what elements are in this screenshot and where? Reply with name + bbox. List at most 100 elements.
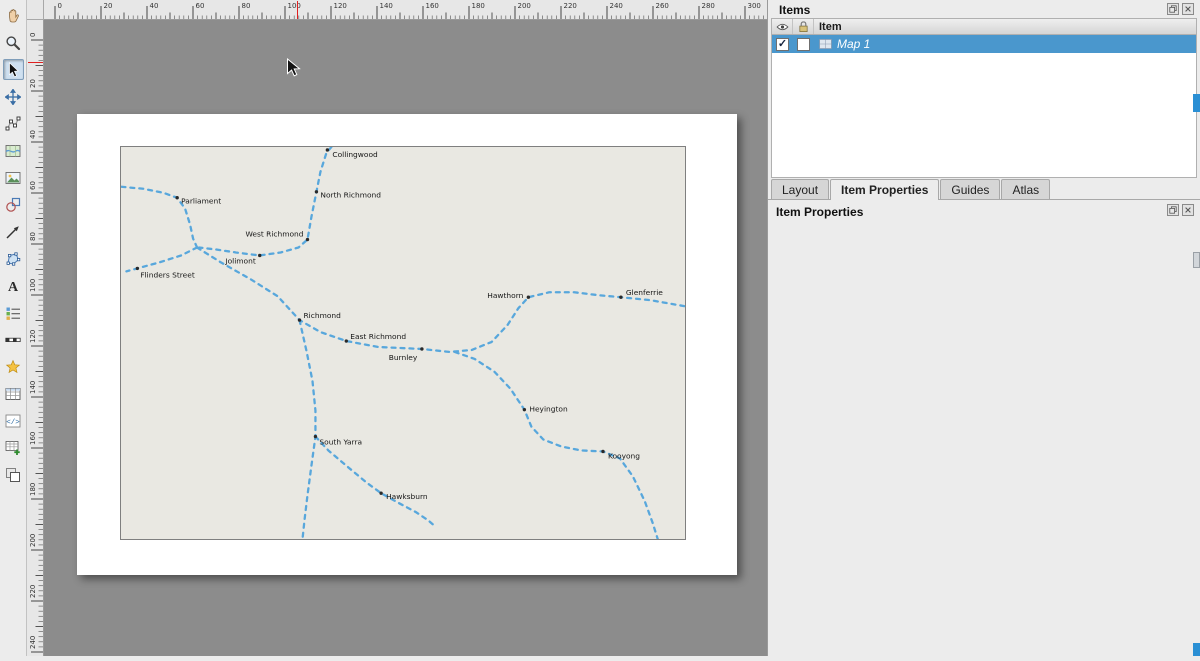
right-dock-panel: Items Item ✓ bbox=[767, 0, 1200, 656]
svg-text:180: 180 bbox=[29, 483, 37, 496]
add-html-frame-tool-icon: </> bbox=[5, 413, 21, 429]
station-label-hawksburn: Hawksburn bbox=[386, 492, 428, 501]
station-dot-heyington bbox=[523, 408, 526, 411]
station-dot-collingwood bbox=[326, 148, 329, 151]
rail-line-east-line bbox=[197, 247, 685, 351]
add-marker-tool-icon bbox=[5, 359, 21, 375]
svg-text:120: 120 bbox=[334, 2, 347, 10]
svg-text:80: 80 bbox=[29, 232, 37, 241]
add-label-tool-icon: A bbox=[5, 278, 21, 294]
eye-icon bbox=[776, 23, 789, 31]
add-map-tool-icon bbox=[5, 143, 21, 159]
layout-toolbar: A </> bbox=[0, 0, 27, 656]
add-image-tool[interactable] bbox=[3, 167, 24, 188]
svg-text:240: 240 bbox=[610, 2, 623, 10]
svg-text:0: 0 bbox=[29, 33, 37, 37]
item-properties-title: Item Properties bbox=[776, 205, 863, 219]
station-dot-south-yarra bbox=[314, 435, 317, 438]
station-label-jolimont: Jolimont bbox=[224, 256, 255, 265]
ruler-corner bbox=[27, 0, 44, 20]
add-node-item-tool[interactable] bbox=[3, 248, 24, 269]
station-label-west-richmond: West Richmond bbox=[245, 230, 303, 239]
screen-edge-artifact-top bbox=[1193, 94, 1200, 112]
add-label-tool[interactable]: A bbox=[3, 275, 24, 296]
add-scalebar-tool[interactable] bbox=[3, 329, 24, 350]
edit-nodes-item-tool[interactable] bbox=[3, 113, 24, 134]
svg-text:300: 300 bbox=[748, 2, 761, 10]
svg-text:160: 160 bbox=[426, 2, 439, 10]
add-marker-tool[interactable] bbox=[3, 356, 24, 377]
svg-text:20: 20 bbox=[29, 79, 37, 88]
add-fixed-table-tool-icon bbox=[5, 467, 21, 483]
add-shape-tool[interactable] bbox=[3, 194, 24, 215]
svg-text:240: 240 bbox=[29, 636, 37, 649]
properties-panel-close-button[interactable] bbox=[1182, 204, 1194, 216]
move-item-content-tool-icon bbox=[5, 89, 21, 105]
add-fixed-table-tool[interactable] bbox=[3, 464, 24, 485]
add-table-tool[interactable] bbox=[3, 383, 24, 404]
items-panel-undock-button[interactable] bbox=[1167, 3, 1179, 15]
add-legend-tool[interactable] bbox=[3, 302, 24, 323]
ruler-cursor-marker-vertical bbox=[28, 62, 43, 63]
add-attribute-table-tool[interactable] bbox=[3, 437, 24, 458]
station-label-parliament: Parliament bbox=[181, 197, 221, 206]
svg-text:80: 80 bbox=[242, 2, 251, 10]
zoom-tool[interactable] bbox=[3, 32, 24, 53]
station-dot-glenferrie bbox=[619, 296, 622, 299]
ruler-cursor-marker-horizontal bbox=[297, 1, 298, 19]
properties-panel-undock-button[interactable] bbox=[1167, 204, 1179, 216]
svg-text:60: 60 bbox=[196, 2, 205, 10]
undock-icon bbox=[1169, 5, 1177, 13]
svg-text:220: 220 bbox=[564, 2, 577, 10]
items-panel-close-button[interactable] bbox=[1182, 3, 1194, 15]
svg-text:40: 40 bbox=[29, 130, 37, 139]
svg-text:180: 180 bbox=[472, 2, 485, 10]
edit-nodes-item-tool-icon bbox=[5, 116, 21, 132]
tab-layout[interactable]: Layout bbox=[771, 179, 829, 199]
move-item-content-tool[interactable] bbox=[3, 86, 24, 107]
items-panel-title: Items bbox=[779, 3, 810, 17]
map-item[interactable]: CollingwoodNorth RichmondParliamentWest … bbox=[120, 146, 686, 540]
rail-line-heyington-branch bbox=[455, 352, 658, 539]
vertical-ruler: 020406080100120140160180200220240 bbox=[27, 20, 44, 656]
lock-checkbox[interactable] bbox=[797, 38, 810, 51]
station-dot-hawthorn bbox=[527, 296, 530, 299]
add-arrow-tool[interactable] bbox=[3, 221, 24, 242]
item-column-header: Item bbox=[814, 19, 1196, 34]
close-icon bbox=[1184, 206, 1192, 214]
layout-page: CollingwoodNorth RichmondParliamentWest … bbox=[77, 114, 737, 575]
svg-text:280: 280 bbox=[702, 2, 715, 10]
pan-tool-icon bbox=[5, 8, 21, 24]
add-html-frame-tool[interactable]: </> bbox=[3, 410, 24, 431]
station-label-collingwood: Collingwood bbox=[332, 150, 378, 159]
station-dot-parliament bbox=[175, 196, 178, 199]
svg-text:</>: </> bbox=[6, 419, 20, 427]
item-properties-panel: Item Properties bbox=[768, 199, 1200, 656]
rail-map: CollingwoodNorth RichmondParliamentWest … bbox=[121, 147, 685, 539]
svg-text:140: 140 bbox=[380, 2, 393, 10]
tab-item-properties[interactable]: Item Properties bbox=[830, 179, 939, 200]
tab-guides[interactable]: Guides bbox=[940, 179, 1000, 199]
select-move-item-tool-icon bbox=[5, 62, 21, 78]
items-row-map1[interactable]: ✓ Map 1 bbox=[772, 35, 1196, 53]
add-arrow-tool-icon bbox=[5, 224, 21, 240]
visibility-column-header bbox=[772, 19, 793, 34]
screen-edge-artifact-middle bbox=[1193, 252, 1200, 268]
svg-text:40: 40 bbox=[150, 2, 159, 10]
tab-atlas[interactable]: Atlas bbox=[1001, 179, 1050, 199]
station-dot-north-richmond bbox=[315, 190, 318, 193]
svg-text:60: 60 bbox=[29, 181, 37, 190]
items-list: Item ✓ Map 1 bbox=[771, 18, 1197, 178]
station-dot-kooyong bbox=[601, 450, 604, 453]
items-list-header: Item bbox=[772, 19, 1196, 35]
pan-tool[interactable] bbox=[3, 5, 24, 26]
svg-text:20: 20 bbox=[104, 2, 113, 10]
svg-text:200: 200 bbox=[29, 534, 37, 547]
layout-canvas: CollingwoodNorth RichmondParliamentWest … bbox=[44, 20, 767, 656]
visibility-checkbox[interactable]: ✓ bbox=[776, 38, 789, 51]
svg-text:A: A bbox=[8, 280, 19, 294]
select-move-item-tool[interactable] bbox=[3, 59, 24, 80]
svg-text:0: 0 bbox=[58, 2, 62, 10]
add-map-tool[interactable] bbox=[3, 140, 24, 161]
close-icon bbox=[1184, 5, 1192, 13]
